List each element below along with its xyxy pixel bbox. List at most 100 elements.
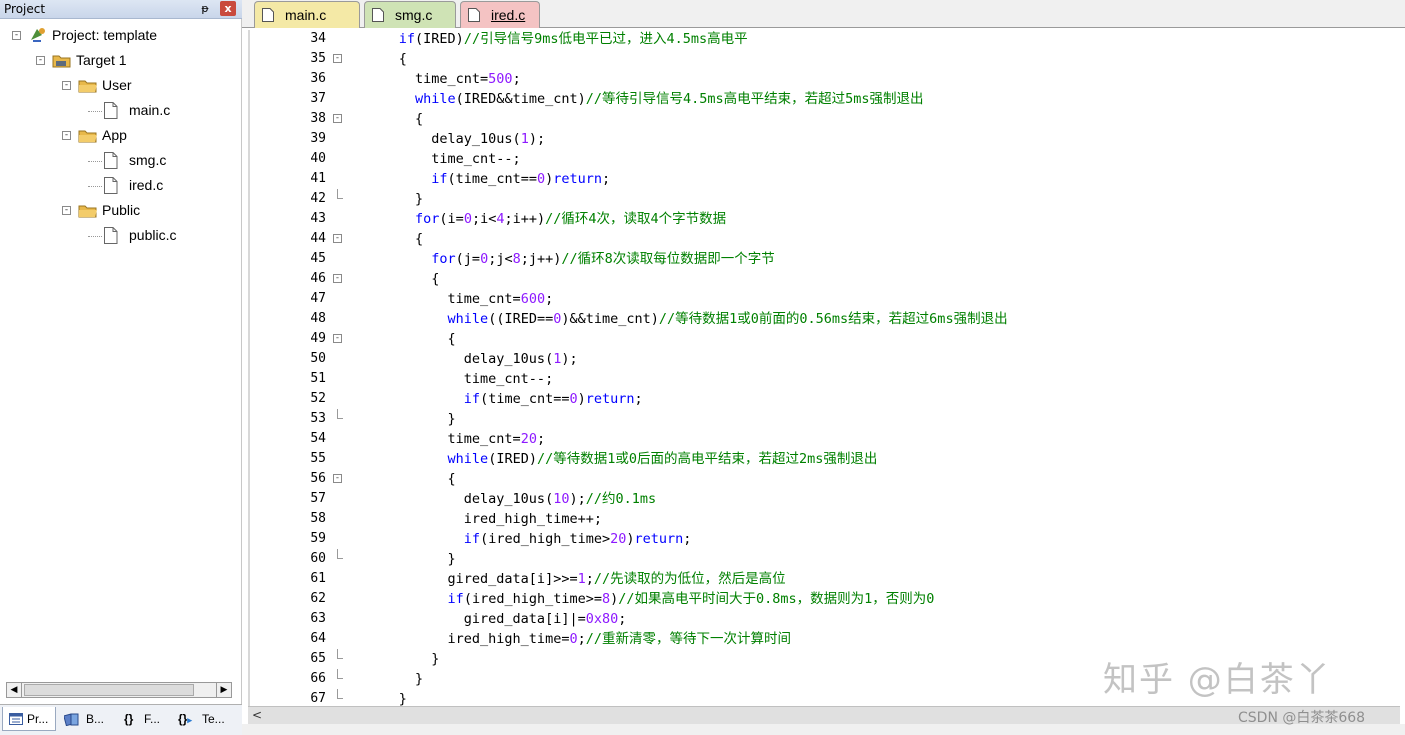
code-text: for(i=0;i<4;i++)//循环4次，读取4个字节数据 <box>350 209 726 229</box>
code-token: (IRED&&time_cnt) <box>455 91 586 107</box>
scroll-left-button[interactable]: ◀ <box>6 682 22 698</box>
tree-item-file[interactable]: smg.c <box>0 150 238 172</box>
code-text: ired_high_time++; <box>350 509 602 529</box>
code-token: ; <box>618 611 627 627</box>
tab-main-c[interactable]: main.c <box>254 1 360 28</box>
tab-project[interactable]: Pr... <box>2 707 56 731</box>
collapse-toggle-icon[interactable]: - <box>36 56 45 65</box>
keyword-token: if <box>463 391 481 407</box>
code-line[interactable]: 54 time_cnt=20; <box>250 429 1402 449</box>
code-line[interactable]: 61 gired_data[i]>>=1;//先读取的为低位，然后是高位 <box>250 569 1402 589</box>
project-panel: Project ᵽ x - Project: template - Target 1-… <box>0 0 242 735</box>
code-text: { <box>350 329 456 349</box>
tree-item-folder[interactable]: - App <box>0 125 238 147</box>
tree-item-target[interactable]: - Target 1 <box>0 50 238 72</box>
tree-item-file[interactable]: main.c <box>0 100 238 122</box>
code-token: delay_10us( <box>350 131 521 147</box>
comment-token: //等待数据1或0后面的高电平结束，若超过2ms强制退出 <box>536 451 878 467</box>
code-token: ); <box>528 131 546 147</box>
code-line[interactable]: 34 if(IRED)//引导信号9ms低电平已过，进入4.5ms高电平 <box>250 30 1402 49</box>
close-icon[interactable]: x <box>220 1 236 16</box>
fold-toggle-icon[interactable]: - <box>333 334 342 343</box>
code-line[interactable]: 42 } <box>250 189 1402 209</box>
line-number: 58 <box>310 511 326 526</box>
tree-item-file[interactable]: ired.c <box>0 175 238 197</box>
tree-item-file[interactable]: public.c <box>0 225 238 247</box>
code-line[interactable]: 41 if(time_cnt==0)return; <box>250 169 1402 189</box>
line-number: 44 <box>310 231 326 246</box>
line-number: 67 <box>310 691 326 706</box>
line-number: 62 <box>310 591 326 606</box>
line-number: 63 <box>310 611 326 626</box>
fold-toggle-icon[interactable]: - <box>333 474 342 483</box>
code-line[interactable]: 59 if(ired_high_time>20)return; <box>250 529 1402 549</box>
code-line[interactable]: 38- { <box>250 109 1402 129</box>
code-line[interactable]: 52 if(time_cnt==0)return; <box>250 389 1402 409</box>
collapse-toggle-icon[interactable]: - <box>62 206 71 215</box>
number-token: 8 <box>601 591 611 607</box>
horizontal-scrollbar-thumb[interactable] <box>24 684 194 696</box>
watermark: 知乎 @白茶丫 <box>1103 660 1332 700</box>
code-line[interactable]: 63 gired_data[i]|=0x80; <box>250 609 1402 629</box>
code-line[interactable]: 45 for(j=0;j<8;j++)//循环8次读取每位数据即一个字节 <box>250 249 1402 269</box>
code-line[interactable]: 64 ired_high_time=0;//重新清零，等待下一次计算时间 <box>250 629 1402 649</box>
tab-functions[interactable]: {} F... <box>120 707 172 731</box>
templates-glyph: {} <box>178 712 188 726</box>
code-line[interactable]: 50 delay_10us(1); <box>250 349 1402 369</box>
tab-books[interactable]: B... <box>60 707 116 731</box>
fold-toggle-icon[interactable]: - <box>333 54 342 63</box>
project-panel-title: Project <box>4 2 46 16</box>
tab-smg-c[interactable]: smg.c <box>364 1 456 28</box>
code-line[interactable]: 46- { <box>250 269 1402 289</box>
tree-item-folder[interactable]: - Public <box>0 200 238 222</box>
scroll-right-button[interactable]: ▶ <box>216 682 232 698</box>
tree-item-project[interactable]: - Project: template <box>0 25 238 47</box>
tab-functions-label: F... <box>144 712 161 726</box>
code-line[interactable]: 56- { <box>250 469 1402 489</box>
code-line[interactable]: 60 } <box>250 549 1402 569</box>
code-token: } <box>350 691 407 706</box>
collapse-toggle-icon[interactable]: - <box>62 131 71 140</box>
code-line[interactable]: 53 } <box>250 409 1402 429</box>
code-token: delay_10us( <box>350 491 554 507</box>
code-token: gired_data[i]|= <box>350 611 586 627</box>
code-line[interactable]: 48 while((IRED==0)&&time_cnt)//等待数据1或0前面… <box>250 309 1402 329</box>
code-line[interactable]: 57 delay_10us(10);//约0.1ms <box>250 489 1402 509</box>
code-area[interactable]: 34 if(IRED)//引导信号9ms低电平已过，进入4.5ms高电平 35- … <box>248 30 1402 706</box>
tree-connector <box>88 111 102 112</box>
editor-horizontal-scrollbar[interactable]: < <box>248 706 1400 724</box>
comment-token: //等待数据1或0前面的0.56ms结束，若超过6ms强制退出 <box>658 311 1008 327</box>
fold-toggle-icon[interactable]: - <box>333 274 342 283</box>
line-number: 61 <box>310 571 326 586</box>
fold-toggle-icon[interactable]: - <box>333 114 342 123</box>
code-line[interactable]: 40 time_cnt--; <box>250 149 1402 169</box>
tab-templates[interactable]: {}▸ Te... <box>176 707 238 731</box>
editor-scroll-left-button[interactable]: < <box>248 707 266 724</box>
tab-project-label: Pr... <box>27 712 49 726</box>
code-token: ;i++) <box>504 211 546 227</box>
code-line[interactable]: 58 ired_high_time++; <box>250 509 1402 529</box>
tab-ired-c[interactable]: ired.c <box>460 1 540 28</box>
fold-end-marker <box>337 409 343 419</box>
collapse-toggle-icon[interactable]: - <box>12 31 21 40</box>
fold-toggle-icon[interactable]: - <box>333 234 342 243</box>
code-line[interactable]: 39 delay_10us(1); <box>250 129 1402 149</box>
code-line[interactable]: 55 while(IRED)//等待数据1或0后面的高电平结束，若超过2ms强制… <box>250 449 1402 469</box>
collapse-toggle-icon[interactable]: - <box>62 81 71 90</box>
code-token: time_cnt= <box>350 431 521 447</box>
pin-icon[interactable]: ᵽ <box>198 2 212 15</box>
code-line[interactable]: 37 while(IRED&&time_cnt)//等待引导信号4.5ms高电平… <box>250 89 1402 109</box>
code-line[interactable]: 51 time_cnt--; <box>250 369 1402 389</box>
code-line[interactable]: 44- { <box>250 229 1402 249</box>
code-line[interactable]: 47 time_cnt=600; <box>250 289 1402 309</box>
code-line[interactable]: 35- { <box>250 49 1402 69</box>
code-token: { <box>350 111 424 127</box>
code-line[interactable]: 49- { <box>250 329 1402 349</box>
tree-item-folder[interactable]: - User <box>0 75 238 97</box>
code-line[interactable]: 36 time_cnt=500; <box>250 69 1402 89</box>
code-line[interactable]: 43 for(i=0;i<4;i++)//循环4次，读取4个字节数据 <box>250 209 1402 229</box>
code-line[interactable]: 62 if(ired_high_time>=8)//如果高电平时间大于0.8ms… <box>250 589 1402 609</box>
